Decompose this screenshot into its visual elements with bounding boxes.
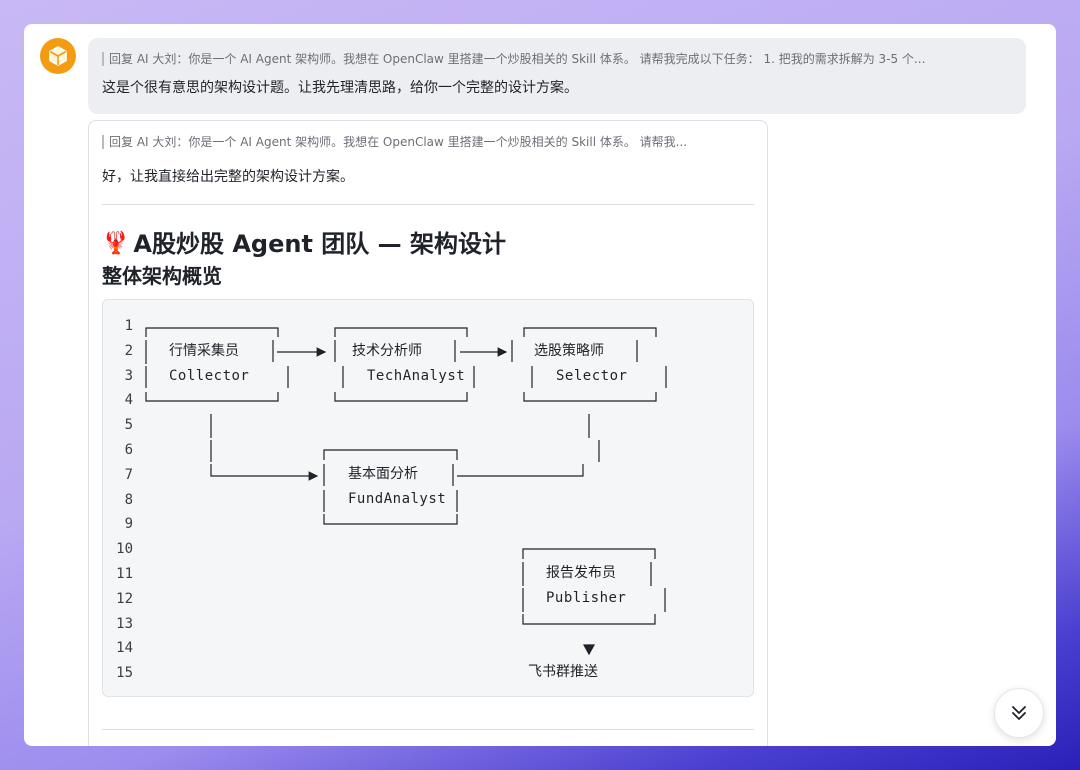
quoted-message[interactable]: 回复 AI 大刘：你是一个 AI Agent 架构师。我想在 OpenClaw … — [102, 135, 742, 149]
tech-label-en: TechAnalyst — [367, 368, 466, 384]
doc-heading-text: A股炒股 Agent 团队 — 架构设计 — [133, 230, 506, 258]
quoted-message[interactable]: 回复 AI 大刘：你是一个 AI Agent 架构师。我想在 OpenClaw … — [102, 52, 1012, 66]
double-chevron-down-icon — [1012, 706, 1026, 720]
divider — [102, 204, 754, 205]
message-text: 这是个很有意思的架构设计题。让我先理清思路，给你一个完整的设计方案。 — [102, 80, 578, 96]
fund-label-en: FundAnalyst — [348, 491, 447, 507]
assistant-avatar — [40, 38, 76, 74]
scroll-to-bottom-button[interactable] — [994, 688, 1044, 738]
divider — [102, 729, 754, 730]
tech-label-cn: 技术分析师 — [352, 343, 422, 359]
publisher-box — [522, 548, 656, 625]
message-card: 回复 AI 大刘：你是一个 AI Agent 架构师。我想在 OpenClaw … — [88, 120, 768, 746]
publisher-label-en: Publisher — [546, 590, 627, 606]
tech-box — [334, 327, 468, 402]
lobster-icon: 🦞 — [102, 231, 130, 256]
chat-window: 回复 AI 大刘：你是一个 AI Agent 架构师。我想在 OpenClaw … — [24, 24, 1056, 746]
selector-label-cn: 选股策略师 — [534, 343, 604, 359]
doc-subheading: 整体架构概览 — [102, 264, 222, 288]
selector-box — [523, 327, 657, 402]
selector-label-en: Selector — [556, 368, 628, 384]
collector-box — [145, 327, 279, 402]
code-block[interactable]: 1 2 3 4 5 6 7 8 9 10 11 12 13 14 15 行情采集… — [102, 299, 754, 697]
output-label: 飞书群推送 — [528, 664, 598, 680]
collector-label-cn: 行情采集员 — [169, 343, 239, 359]
publisher-label-cn: 报告发布员 — [546, 565, 616, 581]
collector-label-en: Collector — [169, 368, 250, 384]
cube-icon — [49, 46, 67, 66]
message-text: 好，让我直接给出完整的架构设计方案。 — [102, 169, 354, 185]
doc-heading: 🦞 A股炒股 Agent 团队 — 架构设计 — [102, 229, 754, 259]
fund-label-cn: 基本面分析 — [348, 466, 418, 482]
message-bubble-1: 回复 AI 大刘：你是一个 AI Agent 架构师。我想在 OpenClaw … — [88, 38, 1026, 114]
fund-box — [323, 449, 458, 525]
